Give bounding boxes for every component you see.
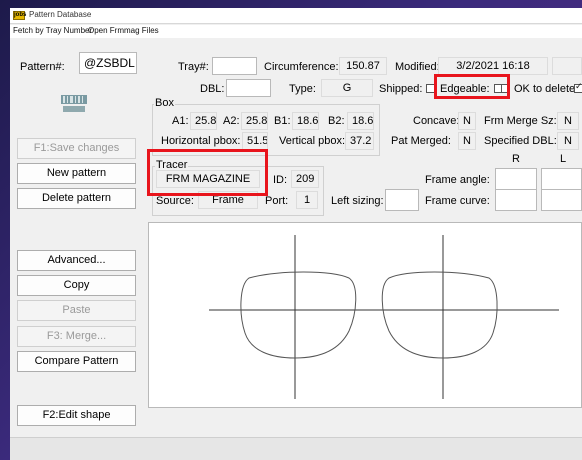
left-sizing-label: Left sizing: bbox=[331, 195, 384, 207]
dbl-label: DBL: bbox=[200, 83, 225, 95]
a1-value: 25.8 bbox=[190, 112, 217, 130]
modified-value: 3/2/2021 16:18 bbox=[438, 57, 548, 75]
edgeable-highlight bbox=[434, 74, 510, 99]
concave-label: Concave: bbox=[413, 115, 460, 127]
left-lens-outline bbox=[240, 271, 357, 359]
advanced-button[interactable]: Advanced... bbox=[17, 250, 136, 271]
paste-button[interactable]: Paste bbox=[17, 300, 136, 321]
edit-shape-button[interactable]: F2:Edit shape bbox=[17, 405, 136, 426]
a2-label: A2: bbox=[223, 115, 240, 127]
frame-angle-label: Frame angle: bbox=[425, 174, 490, 186]
pattern-input[interactable]: @ZSBDL bbox=[79, 52, 137, 74]
pat-merged-label: Pat Merged: bbox=[391, 135, 451, 147]
frm-merge-sz-label: Frm Merge Sz: bbox=[484, 115, 557, 127]
pattern-barcode-icon bbox=[60, 94, 88, 114]
tray-label: Tray#: bbox=[178, 61, 209, 73]
tracer-highlight bbox=[147, 149, 268, 196]
b2-label: B2: bbox=[328, 115, 345, 127]
tracer-port-value: 1 bbox=[296, 191, 318, 209]
pattern-database-window: jobs Pattern Database Fetch by Tray Numb… bbox=[10, 8, 582, 460]
modified-extra-field bbox=[552, 57, 582, 75]
status-bar bbox=[10, 437, 582, 460]
frame-r-header: R bbox=[512, 153, 520, 165]
a1-label: A1: bbox=[172, 115, 189, 127]
tracer-source-label: Source: bbox=[156, 195, 194, 207]
tracer-port-label: Port: bbox=[265, 195, 289, 207]
b2-value: 18.6 bbox=[347, 112, 374, 130]
specified-dbl-value: N bbox=[557, 132, 579, 150]
frame-curve-r-input[interactable] bbox=[495, 189, 537, 211]
ok-to-delete-extra-checkbox[interactable] bbox=[574, 81, 582, 93]
vertical-pbox-label: Vertical pbox: bbox=[279, 135, 346, 147]
horizontal-pbox-value: 51.5 bbox=[242, 132, 268, 150]
lens-shape-drawing bbox=[209, 235, 559, 399]
new-pattern-button[interactable]: New pattern bbox=[17, 163, 136, 184]
app-icon: jobs bbox=[13, 11, 27, 20]
frm-merge-sz-value: N bbox=[557, 112, 579, 130]
type-label: Type: bbox=[289, 83, 316, 95]
modified-label: Modified: bbox=[395, 61, 440, 73]
box-group-label: Box bbox=[154, 97, 175, 109]
pattern-label: Pattern#: bbox=[20, 61, 65, 73]
compare-pattern-button[interactable]: Compare Pattern bbox=[17, 351, 136, 372]
frame-angle-l-input[interactable] bbox=[541, 168, 582, 190]
frame-angle-r-input[interactable] bbox=[495, 168, 537, 190]
frame-l-header: L bbox=[560, 153, 567, 165]
copy-button[interactable]: Copy bbox=[17, 275, 136, 296]
delete-pattern-button[interactable]: Delete pattern bbox=[17, 188, 136, 209]
tracer-id-label: ID: bbox=[273, 174, 288, 186]
b1-value: 18.6 bbox=[292, 112, 319, 130]
left-sizing-input[interactable] bbox=[385, 189, 419, 211]
right-lens-outline bbox=[381, 271, 498, 359]
pattern-drawing-area[interactable] bbox=[148, 222, 582, 408]
window-title: Pattern Database bbox=[29, 10, 92, 19]
menu-bar: Fetch by Tray Number Open Frmmag Files bbox=[10, 25, 582, 38]
circumference-value: 150.87 bbox=[339, 57, 387, 75]
ok-to-delete-label: OK to delete: bbox=[514, 83, 579, 95]
circumference-label: Circumference: bbox=[264, 61, 339, 73]
frame-curve-label: Frame curve: bbox=[425, 195, 490, 207]
b1-label: B1: bbox=[274, 115, 291, 127]
title-bar: jobs Pattern Database bbox=[10, 8, 582, 24]
dbl-input[interactable] bbox=[226, 79, 271, 97]
pat-merged-value: N bbox=[458, 132, 476, 150]
save-changes-button[interactable]: F1:Save changes bbox=[17, 138, 136, 159]
concave-value: N bbox=[458, 112, 476, 130]
vertical-pbox-value: 37.2 bbox=[345, 132, 374, 150]
tray-input[interactable] bbox=[212, 57, 257, 75]
type-value: G bbox=[321, 79, 373, 97]
menu-open-frmmag[interactable]: Open Frmmag Files bbox=[88, 26, 159, 35]
tracer-id-value: 209 bbox=[291, 170, 319, 188]
a2-value: 25.8 bbox=[241, 112, 268, 130]
merge-button[interactable]: F3: Merge... bbox=[17, 326, 136, 347]
horizontal-pbox-label: Horizontal pbox: bbox=[161, 135, 241, 147]
shipped-label: Shipped: bbox=[379, 83, 423, 95]
specified-dbl-label: Specified DBL: bbox=[484, 135, 557, 147]
frame-curve-l-input[interactable] bbox=[541, 189, 582, 211]
menu-fetch-by-tray[interactable]: Fetch by Tray Number bbox=[13, 26, 92, 35]
